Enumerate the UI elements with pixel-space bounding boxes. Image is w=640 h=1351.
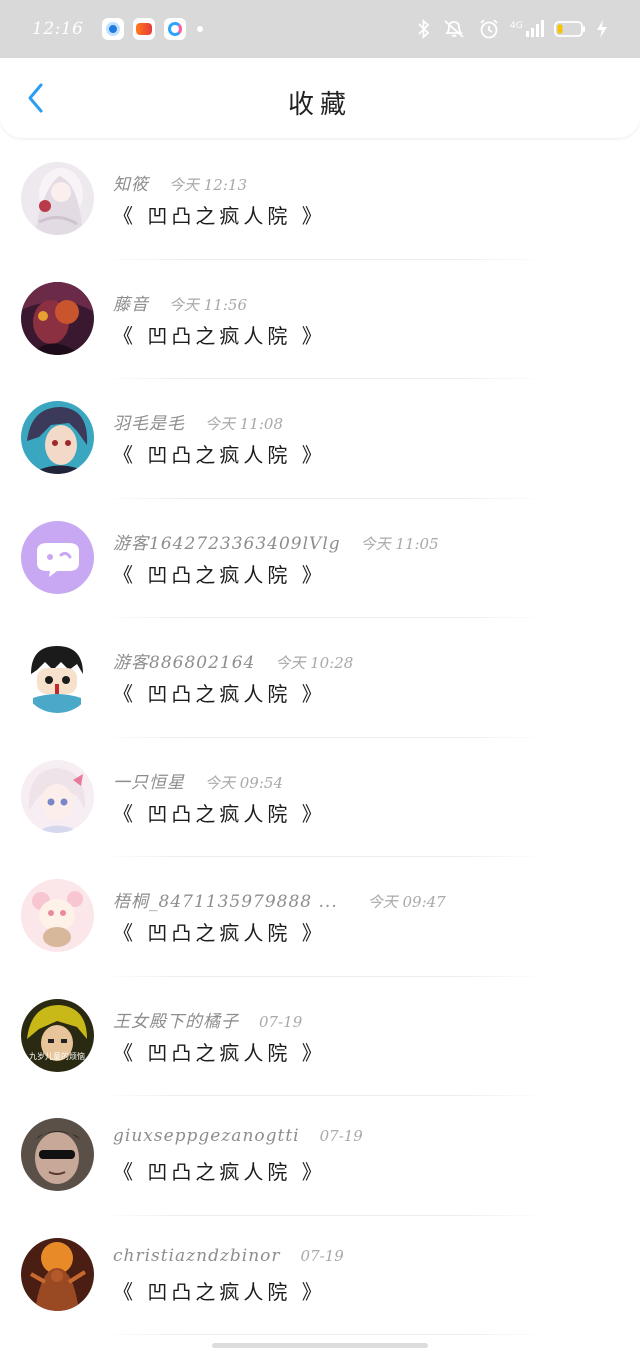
item-meta: 知筱 今天 12:13 (113, 170, 247, 195)
book-title[interactable]: 《 凹凸之疯人院 》 (113, 1037, 326, 1066)
alarm-icon (480, 19, 498, 39)
item-meta: giuxseppgezanogtti 07-19 (113, 1126, 363, 1146)
avatar[interactable] (21, 1118, 94, 1191)
cloud-app-icon (163, 18, 186, 40)
user-name[interactable]: 游客886802164 (113, 648, 255, 673)
avatar[interactable] (21, 640, 94, 713)
avatar[interactable] (21, 1237, 94, 1311)
avatar[interactable] (21, 281, 94, 355)
chat-bubble-icon (21, 520, 94, 594)
game-center-app-icon (132, 18, 155, 40)
list-item[interactable]: 九岁儿童的烦恼 王女殿下的橘子 07-19 《 凹凸之疯人院 》 (0, 977, 640, 1097)
timestamp: 今天 09:54 (205, 773, 283, 792)
book-title[interactable]: 《 凹凸之疯人院 》 (113, 798, 326, 827)
book-title[interactable]: 《 凹凸之疯人院 》 (113, 439, 326, 468)
item-meta: 梧桐_8471135979888 ... 今天 09:47 (113, 887, 446, 912)
bluetooth-icon (418, 19, 430, 39)
timestamp: 07-19 (300, 1246, 344, 1265)
user-name[interactable]: giuxseppgezanogtti (113, 1126, 300, 1146)
item-meta: 王女殿下的橘子 07-19 (113, 1007, 302, 1032)
status-bar: 12:16 4G (0, 0, 640, 58)
timestamp: 今天 09:47 (367, 893, 446, 911)
status-app-icons (101, 18, 203, 40)
list-item[interactable]: 一只恒星 今天 09:54 《 凹凸之疯人院 》 (0, 738, 640, 858)
user-name[interactable]: 梧桐_8471135979888 ... (113, 887, 338, 912)
avatar-overlay-text: 九岁儿童的烦恼 (29, 1051, 85, 1061)
avatar[interactable] (21, 401, 94, 474)
user-name[interactable]: 羽毛是毛 (113, 409, 185, 434)
timestamp: 07-19 (259, 1012, 303, 1031)
list-item[interactable]: 梧桐_8471135979888 ... 今天 09:47 《 凹凸之疯人院 》 (0, 857, 640, 977)
browser-app-icon (101, 18, 124, 40)
mute-icon (444, 20, 464, 38)
list-item[interactable]: 游客1642723363409lVlg 今天 11:05 《 凹凸之疯人院 》 (0, 499, 640, 619)
book-title[interactable]: 《 凹凸之疯人院 》 (113, 1156, 326, 1185)
item-meta: 游客886802164 今天 10:28 (113, 648, 353, 673)
avatar[interactable]: 九岁儿童的烦恼 (21, 998, 94, 1072)
book-title[interactable]: 《 凹凸之疯人院 》 (113, 320, 326, 349)
avatar[interactable] (21, 520, 94, 594)
user-name[interactable]: 一只恒星 (113, 768, 185, 793)
timestamp: 今天 11:08 (205, 415, 283, 433)
item-meta: 羽毛是毛 今天 11:08 (113, 409, 283, 434)
status-time: 12:16 (32, 19, 84, 39)
book-title[interactable]: 《 凹凸之疯人院 》 (113, 559, 326, 588)
list-item[interactable]: 藤音 今天 11:56 《 凹凸之疯人院 》 (0, 260, 640, 380)
user-name[interactable]: 游客1642723363409lVlg (113, 529, 341, 554)
user-name[interactable]: 知筱 (113, 170, 149, 195)
battery-icon (554, 21, 585, 37)
timestamp: 今天 11:56 (169, 295, 247, 314)
item-meta: 一只恒星 今天 09:54 (113, 768, 283, 793)
book-title[interactable]: 《 凹凸之疯人院 》 (113, 200, 326, 229)
notification-dot-icon (196, 26, 203, 32)
user-name[interactable]: 藤音 (113, 290, 149, 315)
list-item[interactable]: 羽毛是毛 今天 11:08 《 凹凸之疯人院 》 (0, 379, 640, 499)
signal-icon: 4G (510, 20, 544, 37)
item-meta: 游客1642723363409lVlg 今天 11:05 (113, 529, 439, 554)
page-header: 收藏 (0, 58, 640, 138)
user-name[interactable]: christiazndzbinor (113, 1246, 281, 1266)
list-item[interactable]: giuxseppgezanogtti 07-19 《 凹凸之疯人院 》 (0, 1096, 640, 1216)
home-indicator[interactable] (212, 1343, 428, 1348)
status-indicators: 4G (416, 18, 608, 40)
list-item[interactable]: 知筱 今天 12:13 《 凹凸之疯人院 》 (0, 140, 640, 260)
book-title[interactable]: 《 凹凸之疯人院 》 (113, 678, 326, 707)
user-name[interactable]: 王女殿下的橘子 (113, 1007, 239, 1032)
item-meta: christiazndzbinor 07-19 (113, 1246, 344, 1266)
charging-icon (597, 20, 607, 38)
item-meta: 藤音 今天 11:56 (113, 290, 247, 315)
timestamp: 今天 12:13 (169, 176, 247, 194)
timestamp: 今天 11:05 (360, 534, 439, 553)
list-item[interactable]: 游客886802164 今天 10:28 《 凹凸之疯人院 》 (0, 618, 640, 738)
list-item[interactable]: christiazndzbinor 07-19 《 凹凸之疯人院 》 (0, 1216, 640, 1336)
avatar[interactable] (21, 879, 94, 952)
avatar[interactable] (21, 759, 94, 833)
timestamp: 07-19 (319, 1127, 363, 1145)
page-title: 收藏 (287, 90, 352, 120)
book-title[interactable]: 《 凹凸之疯人院 》 (113, 1276, 326, 1305)
avatar[interactable] (21, 162, 94, 235)
book-title[interactable]: 《 凹凸之疯人院 》 (113, 917, 326, 946)
favorites-list: 知筱 今天 12:13 《 凹凸之疯人院 》 藤音 今天 11:56 《 凹凸之… (0, 140, 640, 1335)
timestamp: 今天 10:28 (275, 654, 354, 672)
network-label: 4G (510, 21, 523, 31)
